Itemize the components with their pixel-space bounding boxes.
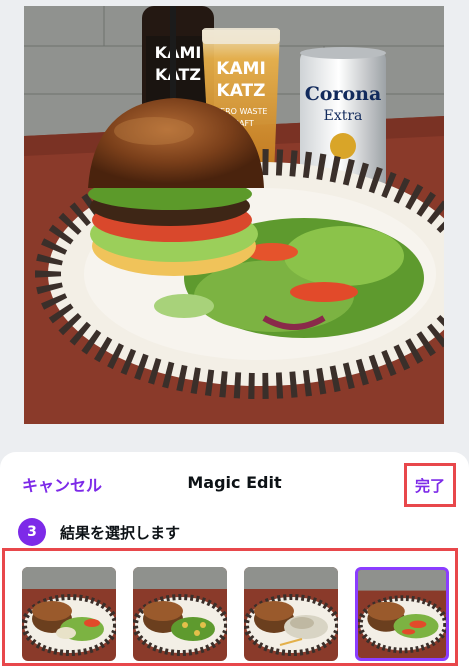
magic-edit-screen: KAMI KATZ KAMI KATZ ZERO WASTE CRAFT Cor… [0, 0, 469, 670]
bottle-label-line-2: KATZ [155, 65, 201, 84]
bottle-label-line-1: KAMI [155, 43, 202, 62]
glass-label-line-1: KAMI [216, 59, 266, 79]
step-number-badge: 3 [18, 518, 46, 546]
glass-label-line-2: KATZ [217, 81, 266, 101]
step-row: 3 結果を選択します [18, 518, 180, 546]
result-thumbnail-2[interactable] [133, 567, 227, 661]
can-brand: Corona [305, 83, 382, 105]
magic-edit-sheet: キャンセル Magic Edit 完了 3 結果を選択します [0, 452, 469, 670]
result-thumbnail-3[interactable] [244, 567, 338, 661]
result-thumbnail-4[interactable] [355, 567, 449, 661]
step-label: 結果を選択します [60, 523, 181, 542]
sheet-header: キャンセル Magic Edit 完了 [0, 452, 469, 516]
result-thumbnail-1[interactable] [22, 567, 116, 661]
main-photo: KAMI KATZ KAMI KATZ ZERO WASTE CRAFT Cor… [24, 6, 444, 424]
can-subbrand: Extra [324, 108, 363, 124]
results-strip [2, 548, 458, 666]
done-button[interactable]: 完了 [404, 463, 456, 507]
sheet-title: Magic Edit [187, 473, 282, 492]
